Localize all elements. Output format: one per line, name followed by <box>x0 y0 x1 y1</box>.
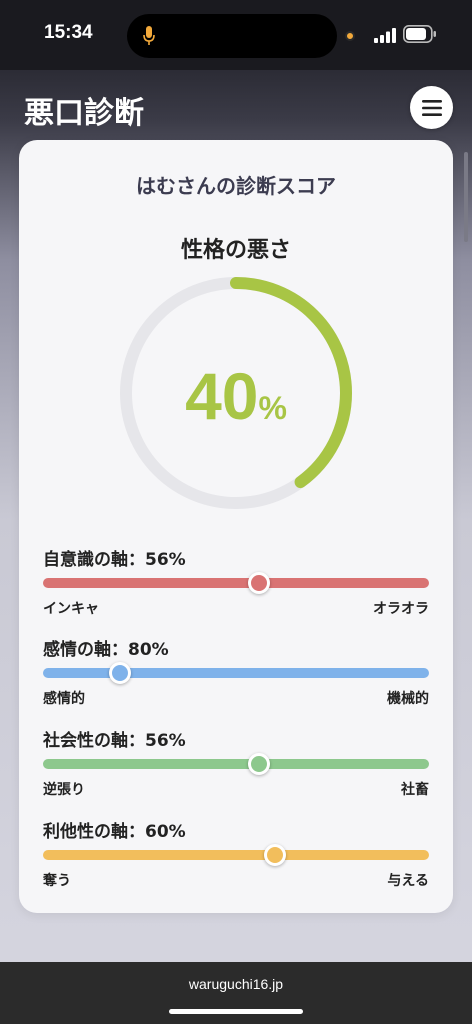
axis-label: 社会性の軸：56% <box>43 731 186 751</box>
axis-track <box>43 753 429 775</box>
result-card: はむさんの診断スコア 性格の悪さ 40% 自意識の軸：56% インキャ オラオラ… <box>19 140 453 913</box>
battery-icon <box>403 25 436 43</box>
axis-left-label: インキャ <box>43 601 99 617</box>
microphone-icon <box>143 26 155 45</box>
home-indicator[interactable] <box>169 1009 303 1014</box>
app-header: 悪口診断 <box>0 70 472 146</box>
axis-track <box>43 572 429 594</box>
privacy-indicator-dot <box>345 31 355 41</box>
axis-emotion: 感情の軸：80% 感情的 機械的 <box>43 638 429 708</box>
axis-right-label: 社畜 <box>401 782 429 798</box>
axis-label: 自意識の軸：56% <box>43 550 186 570</box>
hamburger-menu-icon <box>421 99 442 116</box>
axis-right-label: オラオラ <box>373 601 429 617</box>
score-label: 性格の悪さ <box>180 238 291 263</box>
status-time: 15:34 <box>44 22 93 43</box>
axis-right-label: 与える <box>387 873 429 889</box>
axis-right-label: 機械的 <box>387 691 429 707</box>
axis-knob[interactable] <box>109 662 132 684</box>
score-value: 40% <box>119 358 353 434</box>
score-unit: % <box>258 390 287 426</box>
status-bar: 15:34 <box>0 0 472 70</box>
url-text[interactable]: waruguchi16.jp <box>0 976 472 992</box>
cellular-signal-icon <box>374 28 396 43</box>
axis-label: 感情の軸：80% <box>43 640 169 660</box>
axis-left-label: 奪う <box>43 873 71 889</box>
axis-knob[interactable] <box>263 844 286 866</box>
axis-knob[interactable] <box>248 753 271 775</box>
axis-track <box>43 662 429 684</box>
axis-sociality: 社会性の軸：56% 逆張り 社畜 <box>43 729 429 799</box>
axis-left-label: 感情的 <box>43 691 85 707</box>
axis-left-label: 逆張り <box>43 782 85 798</box>
app-title: 悪口診断 <box>24 96 144 131</box>
dynamic-island <box>127 14 337 58</box>
score-number: 40 <box>185 359 259 433</box>
axis-knob[interactable] <box>248 572 271 594</box>
axis-track <box>43 844 429 866</box>
browser-bottom-bar: waruguchi16.jp <box>0 962 472 1024</box>
axis-self-awareness: 自意識の軸：56% インキャ オラオラ <box>43 548 429 618</box>
scrollbar[interactable] <box>464 152 468 242</box>
axis-label: 利他性の軸：60% <box>43 822 186 842</box>
axis-altruism: 利他性の軸：60% 奪う 与える <box>43 820 429 890</box>
card-title: はむさんの診断スコア <box>136 174 336 198</box>
menu-button[interactable] <box>410 86 453 129</box>
